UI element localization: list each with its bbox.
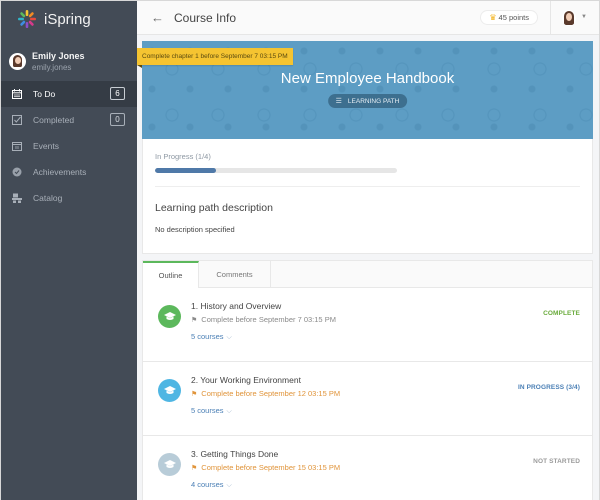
- chapter-deadline: ⚑ Complete before September 15 03:15 PM: [191, 463, 340, 472]
- chevron-down-icon: ⌵: [226, 334, 232, 341]
- sidebar-item-events[interactable]: Events: [1, 133, 137, 159]
- user-name: Emily Jones: [32, 50, 85, 61]
- sidebar-item-label: Catalog: [33, 193, 63, 203]
- ispring-logo-icon: [18, 10, 36, 28]
- sidebar-item-achievements[interactable]: Achievements: [1, 159, 137, 185]
- points-badge[interactable]: ♛ 45 points: [480, 10, 538, 25]
- learning-path-tag: ☰ LEARNING PATH: [327, 94, 408, 108]
- chapter-deadline: ⚑ Complete before September 7 03:15 PM: [191, 315, 336, 324]
- course-title: New Employee Handbook: [280, 70, 455, 87]
- completed-count-badge: 0: [110, 113, 125, 126]
- chapter-status: NOT STARTED: [533, 458, 580, 465]
- back-arrow-icon[interactable]: ←: [151, 10, 164, 25]
- graduation-cap-icon: [158, 453, 181, 476]
- chapter-deadline: ⚑ Complete before September 12 03:15 PM: [191, 389, 340, 398]
- checkbox-icon: [11, 115, 22, 126]
- chapter-title: 1. History and Overview: [191, 301, 282, 311]
- deadline-text: Complete before September 12 03:15 PM: [201, 389, 341, 398]
- calendar-icon: [11, 89, 22, 100]
- topbar-divider: [550, 1, 551, 35]
- catalog-icon: [11, 193, 22, 204]
- divider: [155, 186, 580, 187]
- top-bar: ← Course Info ♛ 45 points ▼: [137, 1, 599, 35]
- points-value: 45 points: [498, 13, 529, 22]
- deadline-ribbon: Complete chapter 1 before September 7 03…: [137, 48, 293, 68]
- courses-toggle[interactable]: 5 courses ⌵: [191, 406, 232, 416]
- outline-list: 1. History and Overview ⚑ Complete befor…: [142, 288, 593, 500]
- course-info-panel: In Progress (1/4) Learning path descript…: [142, 139, 593, 254]
- account-avatar[interactable]: [562, 10, 576, 26]
- sidebar: iSpring Emily Jones emily.jones To Do 6: [1, 1, 137, 500]
- course-content: New Employee Handbook ☰ LEARNING PATH Co…: [137, 41, 593, 500]
- graduation-cap-icon: [158, 305, 181, 328]
- courses-count: 4 courses: [191, 480, 224, 489]
- chapter-title: 3. Getting Things Done: [191, 449, 279, 459]
- deadline-text: Complete before September 15 03:15 PM: [201, 463, 341, 472]
- description-text: No description specified: [155, 225, 235, 234]
- tab-comments[interactable]: Comments: [199, 261, 271, 288]
- courses-toggle[interactable]: 4 courses ⌵: [191, 480, 232, 490]
- courses-count: 5 courses: [191, 406, 224, 415]
- list-icon: ☰: [335, 98, 342, 105]
- user-profile[interactable]: Emily Jones emily.jones: [1, 41, 137, 81]
- tag-label: LEARNING PATH: [347, 97, 400, 105]
- progress-label: In Progress (1/4): [155, 152, 211, 161]
- user-login: emily.jones: [32, 62, 72, 72]
- graduation-cap-icon: [158, 379, 181, 402]
- sidebar-item-label: Completed: [33, 115, 75, 125]
- sidebar-nav: To Do 6 Completed 0 Events Achievements …: [1, 81, 137, 211]
- sidebar-item-label: Events: [33, 141, 59, 151]
- main-area: ← Course Info ♛ 45 points ▼ New Employee…: [137, 1, 599, 500]
- progress-bar-fill: [155, 168, 216, 173]
- chapter-item[interactable]: 3. Getting Things Done ⚑ Complete before…: [143, 436, 592, 500]
- user-avatar: [9, 52, 26, 70]
- flag-icon: ⚑: [191, 316, 198, 324]
- tab-bar: Outline Comments: [142, 260, 593, 288]
- chapter-item[interactable]: 1. History and Overview ⚑ Complete befor…: [143, 288, 592, 362]
- brand-name: iSpring: [44, 10, 91, 28]
- flag-icon: ⚑: [191, 390, 198, 398]
- sidebar-item-label: To Do: [33, 89, 56, 99]
- chevron-down-icon: ⌵: [226, 482, 232, 489]
- sidebar-item-completed[interactable]: Completed 0: [1, 107, 137, 133]
- chapter-item[interactable]: 2. Your Working Environment ⚑ Complete b…: [143, 362, 592, 436]
- courses-count: 5 courses: [191, 332, 224, 341]
- sidebar-item-label: Achievements: [33, 167, 87, 177]
- todo-count-badge: 6: [110, 87, 125, 100]
- calendar-events-icon: [11, 141, 22, 152]
- sidebar-item-catalog[interactable]: Catalog: [1, 185, 137, 211]
- chevron-down-icon: ⌵: [226, 408, 232, 415]
- page-title: Course Info: [174, 10, 237, 25]
- sidebar-item-todo[interactable]: To Do 6: [1, 81, 137, 107]
- tab-outline[interactable]: Outline: [143, 261, 199, 288]
- crown-icon: ♛: [489, 13, 497, 22]
- chapter-status: IN PROGRESS (3/4): [517, 384, 580, 391]
- progress-bar: [155, 168, 397, 173]
- flag-icon: ⚑: [191, 464, 198, 472]
- courses-toggle[interactable]: 5 courses ⌵: [191, 332, 232, 342]
- description-title: Learning path description: [155, 202, 273, 214]
- brand-logo[interactable]: iSpring: [1, 1, 137, 37]
- app-window: iSpring Emily Jones emily.jones To Do 6: [0, 0, 600, 500]
- chapter-title: 2. Your Working Environment: [191, 375, 301, 385]
- deadline-text: Complete before September 7 03:15 PM: [201, 315, 336, 324]
- medal-icon: [11, 167, 22, 178]
- chapter-status: COMPLETE: [543, 310, 580, 317]
- chevron-down-icon[interactable]: ▼: [581, 14, 587, 20]
